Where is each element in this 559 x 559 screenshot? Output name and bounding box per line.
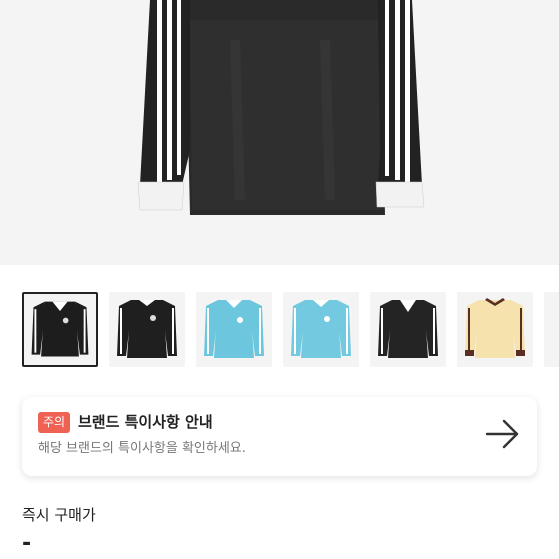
thumbnail-1[interactable] [22,292,98,367]
caution-badge: 주의 [38,412,71,433]
arrow-right-icon[interactable] [485,417,521,451]
thumbnail-4[interactable] [283,292,359,367]
thumbnail-6[interactable] [457,292,533,367]
thumbnail-3[interactable] [196,292,272,367]
cream-jersey-brown-trim-thumbnail [465,298,525,358]
sky-blue-jersey-thumbnail [204,300,264,358]
instant-buy-price-value: - [22,531,32,556]
notice-title: 브랜드 특이사항 안내 [78,413,213,431]
thumbnail-strip [0,290,559,368]
black-jersey-v-neck-thumbnail [378,300,438,358]
instant-buy-price-label: 즉시 구매가 [22,506,96,524]
thumbnail-2[interactable] [109,292,185,367]
thumbnail-5[interactable] [370,292,446,367]
sky-blue-jersey-thumbnail-alt [291,300,351,358]
brand-notice-card[interactable]: 주의 브랜드 특이사항 안내 해당 브랜드의 특이사항을 확인하세요. [22,397,537,476]
black-long-sleeve-jersey-image [137,0,425,215]
notice-description: 해당 브랜드의 특이사항을 확인하세요. [38,441,246,456]
black-jersey-white-collar-thumbnail [31,301,89,357]
black-jersey-thumbnail [117,300,177,358]
product-main-image [0,0,559,265]
thumbnail-7-partial[interactable] [544,292,559,367]
